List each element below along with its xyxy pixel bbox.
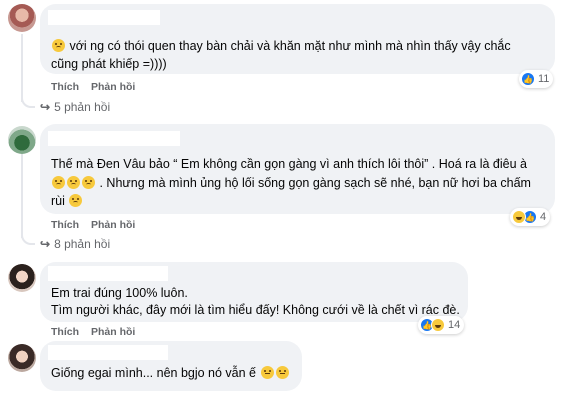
author-name-redacted	[48, 131, 180, 146]
like-button[interactable]: Thích	[51, 81, 79, 93]
author-name-redacted	[48, 10, 160, 25]
comment-text: Thế mà Đen Vâu bảo “ Em không cần gọn gà…	[51, 157, 527, 171]
avatar[interactable]	[8, 4, 36, 32]
sad-emoji-icon	[67, 176, 80, 189]
like-button[interactable]: Thích	[51, 219, 79, 231]
reaction-summary[interactable]: 👍 11	[519, 70, 554, 88]
comment-text: cũng phát khiếp =))))	[51, 57, 167, 71]
comment-text: Giống egai mình... nên bgjo nó vẫn ế	[51, 364, 290, 382]
comment-text: . Nhưng mà mình ủng hộ lối sống gọn gàng…	[51, 174, 531, 192]
author-name-redacted	[48, 266, 168, 281]
reply-arrow-icon: ↪	[40, 237, 51, 251]
reaction-summary[interactable]: 👍 4	[510, 208, 551, 226]
comment-text: với ng có thói quen thay bàn chải và khă…	[51, 37, 511, 55]
sad-emoji-icon	[69, 194, 83, 207]
avatar[interactable]	[8, 344, 36, 372]
neutral-emoji-icon	[275, 366, 289, 379]
thread-line	[21, 154, 23, 238]
thread-connector	[21, 96, 35, 108]
comment-actions: Thích Phản hồi	[51, 219, 147, 231]
view-replies-link[interactable]: ↪ 5 phản hồi	[40, 100, 110, 114]
sad-emoji-icon	[82, 176, 95, 189]
avatar[interactable]	[8, 126, 36, 154]
avatar[interactable]	[8, 264, 36, 292]
thread-connector	[21, 233, 35, 245]
reply-button[interactable]: Phản hồi	[91, 81, 135, 93]
haha-reaction-icon	[512, 210, 526, 224]
comment-text: rùi	[51, 192, 83, 210]
like-button[interactable]: Thích	[51, 326, 79, 338]
like-reaction-icon: 👍	[521, 72, 535, 86]
reply-arrow-icon: ↪	[40, 100, 51, 114]
neutral-emoji-icon	[260, 366, 274, 379]
author-name-redacted	[48, 345, 168, 360]
haha-reaction-icon	[431, 318, 445, 332]
sad-emoji-icon	[52, 39, 65, 52]
sad-emoji-icon	[52, 176, 65, 189]
reply-button[interactable]: Phản hồi	[91, 219, 135, 231]
comment-text: Em trai đúng 100% luôn.	[51, 286, 188, 300]
view-replies-link[interactable]: ↪ 8 phản hồi	[40, 237, 110, 251]
comment-actions: Thích Phản hồi	[51, 326, 147, 338]
comment-actions: Thích Phản hồi	[51, 81, 147, 93]
reply-button[interactable]: Phản hồi	[91, 326, 135, 338]
comment-text: Tìm người khác, đây mới là tìm hiểu đấy!…	[51, 303, 460, 317]
reaction-summary[interactable]: 👍 14	[418, 316, 465, 334]
thread-line	[21, 34, 23, 102]
